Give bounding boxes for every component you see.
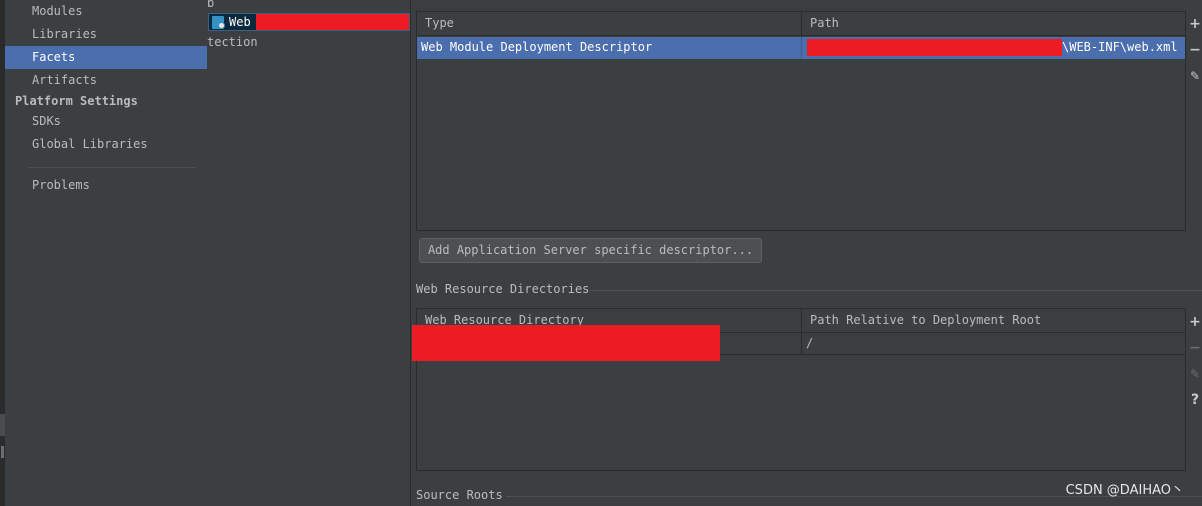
panel-divider[interactable] (410, 0, 411, 506)
redaction-box (807, 39, 1062, 56)
edit-icon[interactable]: ✎ (1188, 365, 1202, 383)
sidebar-item-modules[interactable]: Modules (5, 0, 207, 23)
redaction-box (256, 14, 409, 30)
column-header-relative-path[interactable]: Path Relative to Deployment Root (802, 309, 1185, 333)
platform-settings-heading: Platform Settings (15, 94, 138, 108)
descriptor-type-cell: Web Module Deployment Descriptor (421, 40, 653, 54)
web-facet-icon-badge (218, 22, 225, 29)
sidebar-item-sdks[interactable]: SDKs (5, 110, 207, 133)
tree-cut-label: b (207, 0, 215, 10)
sidebar-item-label: Modules (32, 4, 83, 18)
add-icon[interactable]: + (1188, 15, 1202, 33)
column-header-type[interactable]: Type (417, 12, 801, 36)
redaction-box (412, 325, 720, 361)
column-header-path[interactable]: Path (802, 12, 1185, 36)
help-icon[interactable]: ? (1188, 391, 1202, 409)
relative-path-cell[interactable]: / (802, 333, 813, 355)
sidebar-item-label: SDKs (32, 114, 61, 128)
sidebar-item-label: Facets (32, 50, 76, 64)
facet-tree (207, 0, 411, 506)
sidebar-item-label: Libraries (32, 27, 98, 41)
cell-divider (801, 37, 802, 59)
remove-icon[interactable]: − (1188, 339, 1202, 357)
sidebar-item-label: Artifacts (32, 73, 98, 87)
descriptor-path-cell: \WEB-INF\web.xml (1062, 40, 1178, 54)
sidebar-divider (29, 167, 195, 168)
sidebar-item-libraries[interactable]: Libraries (5, 23, 207, 46)
tree-item-label: Web (229, 15, 251, 29)
deployment-descriptor-table: Type Path Web Module Deployment Descript… (416, 11, 1186, 231)
add-server-descriptor-button[interactable]: Add Application Server specific descript… (419, 238, 762, 263)
sidebar-item-facets[interactable]: Facets (5, 46, 207, 69)
sidebar-item-problems[interactable]: Problems (5, 174, 207, 197)
watermark: CSDN @DAIHAO丶 (1065, 483, 1184, 498)
section-divider (590, 290, 1202, 291)
web-resource-directories-title: Web Resource Directories (416, 282, 590, 296)
sidebar-item-label: Problems (32, 178, 90, 192)
source-roots-title: Source Roots (416, 488, 503, 502)
remove-icon[interactable]: − (1188, 41, 1202, 59)
add-icon[interactable]: + (1188, 313, 1202, 331)
edit-icon[interactable]: ✎ (1188, 67, 1202, 85)
sidebar-item-artifacts[interactable]: Artifacts (5, 69, 207, 92)
edge-tab-marker (1, 446, 4, 458)
sidebar-item-label: Global Libraries (32, 137, 148, 151)
sidebar-item-global-libraries[interactable]: Global Libraries (5, 133, 207, 156)
settings-sidebar: Modules Libraries Facets Artifacts Platf… (5, 0, 207, 506)
tree-item-fragment[interactable]: tection (207, 33, 258, 51)
